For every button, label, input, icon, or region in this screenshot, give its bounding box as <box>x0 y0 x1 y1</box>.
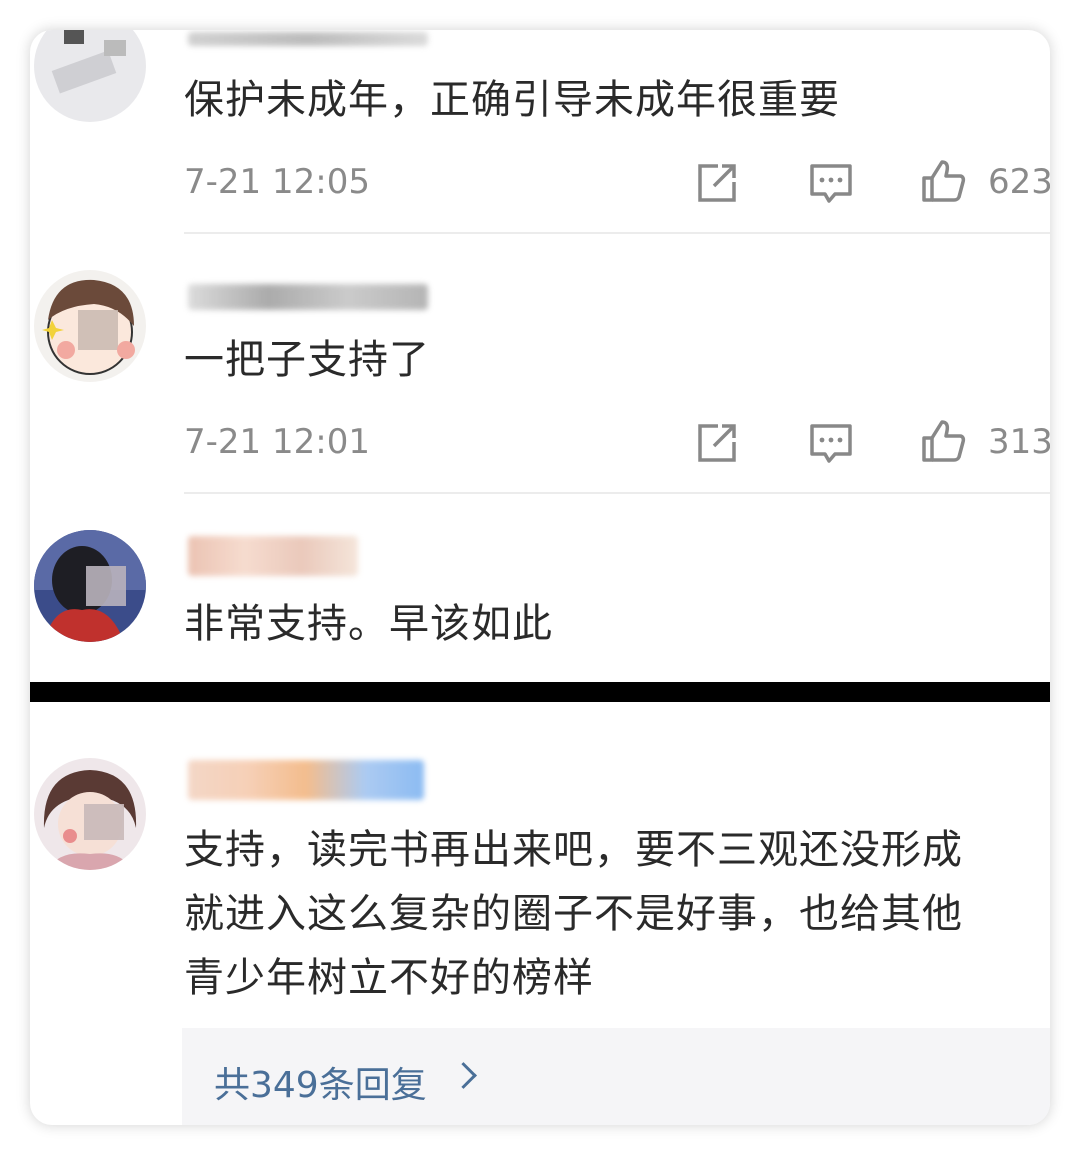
comment-time: 7-21 12:05 <box>184 162 370 202</box>
thumbs-up-icon[interactable] <box>920 158 966 204</box>
comment-text: 非常支持。早该如此 <box>184 601 553 647</box>
like-count: 623 <box>988 162 1050 202</box>
comment-text-line-3: 青少年树立不好的榜样 <box>184 955 594 1001</box>
share-icon[interactable] <box>694 160 740 206</box>
username-blurred[interactable] <box>188 32 428 46</box>
separator-bar <box>30 682 1050 702</box>
like-count: 313 <box>988 422 1050 462</box>
comment-time: 7-21 12:01 <box>184 422 370 462</box>
share-icon[interactable] <box>694 420 740 466</box>
replies-box[interactable]: 共349条回复 <box>182 1028 1050 1125</box>
comment-text: 一把子支持了 <box>184 337 430 383</box>
avatar[interactable] <box>34 530 146 642</box>
avatar[interactable] <box>34 30 146 122</box>
chevron-right-icon <box>450 1062 477 1089</box>
comment-text: 保护未成年，正确引导未成年很重要 <box>184 77 840 123</box>
avatar[interactable] <box>34 270 146 382</box>
thumbs-up-icon[interactable] <box>920 418 966 464</box>
avatar[interactable] <box>34 758 146 870</box>
comment-icon[interactable] <box>808 160 854 206</box>
divider <box>184 492 1050 494</box>
username-blurred[interactable] <box>188 284 428 310</box>
username-blurred[interactable] <box>188 536 358 576</box>
username-blurred[interactable] <box>188 760 424 800</box>
view-replies-link[interactable]: 共349条回复 <box>214 1056 427 1108</box>
comment-text-line-1: 支持，读完书再出来吧，要不三观还没形成 <box>184 827 963 873</box>
divider <box>184 232 1050 234</box>
comment-list: 保护未成年，正确引导未成年很重要 7-21 12:05 623 一把子支持了 7… <box>30 30 1050 1125</box>
comment-text-line-2: 就进入这么复杂的圈子不是好事，也给其他 <box>184 891 963 937</box>
comment-icon[interactable] <box>808 420 854 466</box>
